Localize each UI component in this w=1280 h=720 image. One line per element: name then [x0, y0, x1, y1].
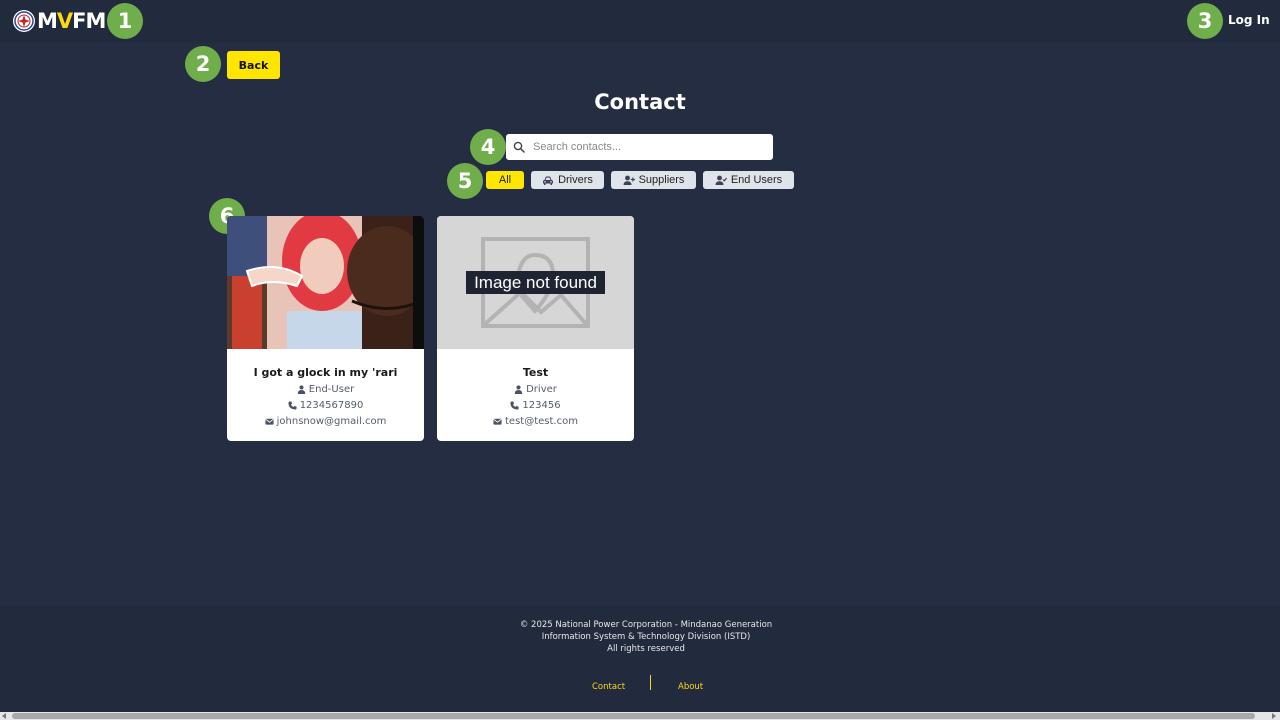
top-navbar: MVFM Log In [0, 0, 1280, 43]
user-icon [514, 385, 523, 394]
filter-all-label: All [498, 174, 512, 186]
filter-drivers-label: Drivers [558, 174, 593, 186]
contact-email: test@test.com [437, 416, 634, 427]
contact-card[interactable]: I got a glock in my 'rari End-User 12345… [227, 216, 424, 441]
scrollbar-thumb[interactable] [12, 713, 1255, 719]
annotation-badge-3: 3 [1187, 3, 1223, 39]
footer-division: Information System & Technology Division… [541, 632, 751, 642]
search-icon [513, 141, 525, 153]
search-contacts-input[interactable] [531, 140, 765, 154]
filter-all-button[interactable]: All [486, 171, 524, 189]
contact-role-text: End-User [308, 384, 355, 395]
filter-drivers-button[interactable]: Drivers [531, 171, 604, 189]
contact-role-text: Driver [526, 384, 557, 395]
contact-photo [227, 216, 424, 349]
contact-email-text: johnsnow@gmail.com [276, 416, 387, 427]
back-button[interactable]: Back [227, 51, 280, 79]
scroll-right-arrow[interactable] [1272, 713, 1276, 719]
filter-suppliers-button[interactable]: Suppliers [611, 171, 696, 189]
envelope-icon [493, 418, 502, 425]
annotation-badge-1: 1 [107, 3, 143, 39]
car-icon [543, 176, 554, 185]
image-not-found-text: Image not found [466, 271, 605, 294]
mvfm-logo[interactable]: MVFM [13, 9, 106, 33]
login-link[interactable]: Log In [1228, 13, 1270, 27]
footer-divider [650, 675, 651, 690]
page-footer: © 2025 National Power Corporation - Mind… [0, 605, 1280, 712]
contact-phone: 123456 [437, 400, 634, 411]
contact-photo-placeholder: Image not found [437, 216, 634, 349]
filter-end-users-label: End Users [730, 174, 783, 186]
phone-icon [288, 401, 297, 410]
contact-email-text: test@test.com [505, 416, 578, 427]
envelope-icon [265, 418, 274, 425]
contact-name: I got a glock in my 'rari [253, 366, 398, 379]
contact-card[interactable]: Image not found Test Driver 123456 test@… [437, 216, 634, 441]
logo-wordmark: MVFM [37, 9, 106, 33]
contact-phone-text: 123456 [522, 400, 561, 411]
contact-phone-text: 1234567890 [299, 400, 364, 411]
filter-suppliers-label: Suppliers [638, 174, 685, 186]
horizontal-scrollbar[interactable] [0, 712, 1280, 720]
contact-email: johnsnow@gmail.com [227, 416, 424, 427]
footer-copyright: © 2025 National Power Corporation - Mind… [519, 620, 773, 630]
footer-rights: All rights reserved [607, 644, 685, 654]
user-plus-icon [623, 175, 635, 185]
filter-end-users-button[interactable]: End Users [703, 171, 794, 189]
scroll-left-arrow[interactable] [2, 713, 6, 719]
contact-role: Driver [437, 384, 634, 395]
contact-phone: 1234567890 [227, 400, 424, 411]
search-box [506, 134, 773, 160]
user-icon [297, 385, 306, 394]
footer-about-link[interactable]: About [678, 682, 703, 692]
page-title: Contact [594, 90, 686, 114]
npc-seal-icon [13, 10, 35, 32]
annotation-badge-4: 4 [470, 129, 506, 165]
contact-role: End-User [227, 384, 424, 395]
phone-icon [510, 401, 519, 410]
footer-contact-link[interactable]: Contact [592, 682, 625, 692]
contact-name: Test [522, 366, 549, 379]
annotation-badge-2: 2 [185, 46, 221, 82]
annotation-badge-5: 5 [447, 163, 483, 199]
user-check-icon [715, 175, 727, 185]
